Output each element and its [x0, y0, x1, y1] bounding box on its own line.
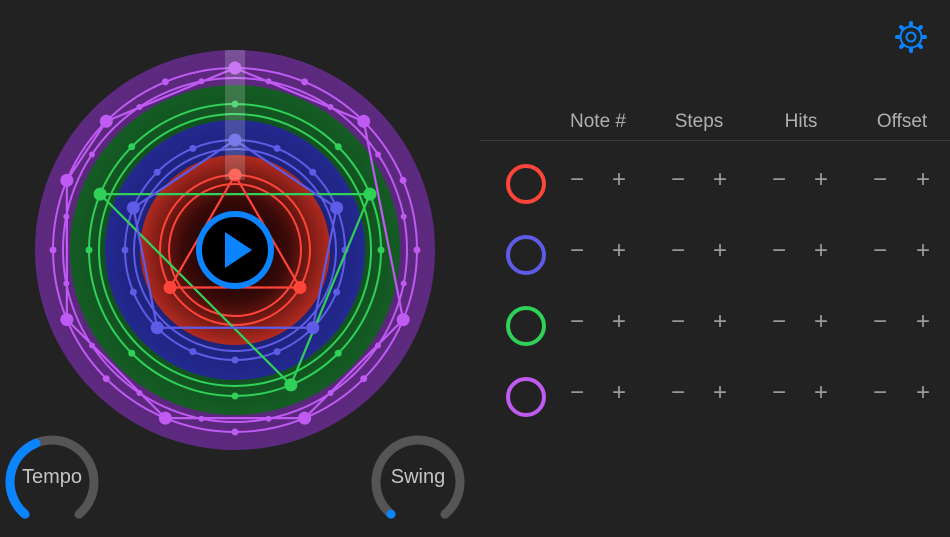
green-step-dot — [334, 143, 342, 151]
track-row-red: − + − + − + − + — [0, 156, 950, 212]
hits-decrement-button[interactable]: − — [761, 162, 797, 198]
note-increment-button[interactable]: + — [601, 304, 637, 340]
purple-inner-step-dot — [136, 103, 143, 110]
offset-increment-button[interactable]: + — [905, 233, 941, 269]
track-green-mute-ring[interactable] — [506, 306, 546, 346]
column-header-steps: Steps — [674, 111, 724, 132]
blue-step-dot — [129, 288, 137, 296]
hits-decrement-button[interactable]: − — [761, 304, 797, 340]
hits-decrement-button[interactable]: − — [761, 233, 797, 269]
purple-inner-step-dot — [265, 78, 272, 85]
steps-decrement-button[interactable]: − — [660, 233, 696, 269]
purple-step-dot — [301, 78, 309, 86]
steps-decrement-button[interactable]: − — [660, 375, 696, 411]
note-decrement-button[interactable]: − — [559, 375, 595, 411]
track-row-purple: − + − + − + − + — [0, 369, 950, 425]
note-decrement-button[interactable]: − — [559, 162, 595, 198]
purple-inner-step-dot — [198, 78, 205, 85]
note-decrement-button[interactable]: − — [559, 233, 595, 269]
steps-decrement-button[interactable]: − — [660, 304, 696, 340]
settings-gear-icon[interactable] — [894, 20, 928, 54]
purple-inner-step-dot — [400, 213, 407, 220]
column-header-hits: Hits — [784, 111, 818, 132]
purple-step-dot — [231, 428, 239, 436]
offset-decrement-button[interactable]: − — [862, 162, 898, 198]
offset-decrement-button[interactable]: − — [862, 233, 898, 269]
hits-increment-button[interactable]: + — [803, 375, 839, 411]
tempo-knob[interactable]: Tempo — [2, 432, 102, 532]
offset-decrement-button[interactable]: − — [862, 304, 898, 340]
track-blue-mute-ring[interactable] — [506, 235, 546, 275]
hits-decrement-button[interactable]: − — [761, 375, 797, 411]
offset-increment-button[interactable]: + — [905, 162, 941, 198]
column-header-note: Note # — [570, 111, 626, 132]
blue-step-dot — [231, 356, 239, 364]
steps-increment-button[interactable]: + — [702, 233, 738, 269]
purple-inner-step-dot — [63, 213, 70, 220]
purple-step-dot — [161, 78, 169, 86]
swing-label: Swing — [390, 466, 446, 488]
note-increment-button[interactable]: + — [601, 375, 637, 411]
note-decrement-button[interactable]: − — [559, 304, 595, 340]
hits-increment-button[interactable]: + — [803, 233, 839, 269]
note-increment-button[interactable]: + — [601, 162, 637, 198]
offset-increment-button[interactable]: + — [905, 375, 941, 411]
steps-increment-button[interactable]: + — [702, 162, 738, 198]
steps-increment-button[interactable]: + — [702, 304, 738, 340]
steps-increment-button[interactable]: + — [702, 375, 738, 411]
hits-increment-button[interactable]: + — [803, 162, 839, 198]
column-header-offset: Offset — [876, 111, 928, 132]
track-row-green: − + − + − + − + — [0, 298, 950, 354]
swing-knob[interactable]: Swing — [368, 432, 468, 532]
purple-hit-dot — [357, 114, 371, 128]
offset-increment-button[interactable]: + — [905, 304, 941, 340]
blue-step-dot — [333, 288, 341, 296]
green-step-dot — [128, 143, 136, 151]
header-divider — [480, 140, 950, 141]
blue-step-dot — [273, 144, 281, 152]
steps-decrement-button[interactable]: − — [660, 162, 696, 198]
track-red-mute-ring[interactable] — [506, 164, 546, 204]
track-row-blue: − + − + − + − + — [0, 227, 950, 283]
hits-increment-button[interactable]: + — [803, 304, 839, 340]
track-purple-mute-ring[interactable] — [506, 377, 546, 417]
offset-decrement-button[interactable]: − — [862, 375, 898, 411]
tempo-label: Tempo — [21, 466, 83, 488]
purple-hit-dot — [99, 114, 113, 128]
note-increment-button[interactable]: + — [601, 233, 637, 269]
purple-inner-step-dot — [327, 103, 334, 110]
blue-step-dot — [189, 144, 197, 152]
